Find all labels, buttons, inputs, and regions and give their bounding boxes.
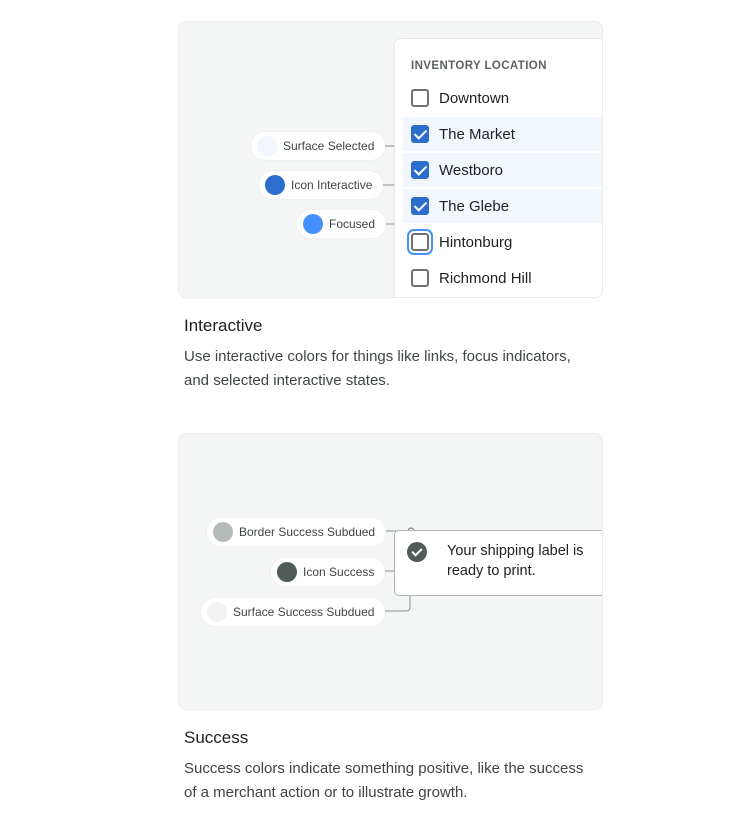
location-label: Hintonburg: [439, 233, 513, 251]
color-dot: [265, 175, 285, 195]
color-dot: [277, 562, 297, 582]
location-label: Downtown: [439, 89, 510, 107]
interactive-heading: Interactive: [184, 316, 263, 335]
location-option-the-market[interactable]: The Market: [403, 117, 602, 151]
success-toast: Your shipping label is ready to print.: [395, 531, 602, 595]
swatch-label: Icon Interactive: [291, 178, 373, 192]
swatch-surface-success-subdued: Surface Success Subdued: [201, 598, 386, 626]
swatch-label: Surface Success Subdued: [233, 605, 375, 619]
checkbox-checked[interactable]: [411, 125, 429, 143]
success-heading: Success: [184, 728, 249, 747]
color-dot: [303, 214, 323, 234]
checkbox-focused[interactable]: [411, 233, 429, 251]
swatch-label: Surface Selected: [283, 139, 375, 153]
swatch-surface-selected: Surface Selected: [251, 132, 386, 160]
checkbox[interactable]: [411, 89, 429, 107]
swatch-border-success-subdued: Border Success Subdued: [207, 518, 387, 546]
location-option-westboro[interactable]: Westboro: [403, 153, 602, 187]
panel-title: INVENTORY LOCATION: [411, 60, 547, 72]
swatch-label: Border Success Subdued: [239, 525, 376, 539]
location-option-hintonburg[interactable]: Hintonburg: [403, 225, 602, 259]
success-preview-card: Border Success Subdued Icon Success Surf…: [178, 433, 603, 710]
location-option-downtown[interactable]: Downtown: [403, 81, 602, 115]
swatch-icon-success: Icon Success: [271, 558, 386, 586]
location-option-richmond-hill[interactable]: Richmond Hill: [403, 261, 602, 295]
checkbox-checked[interactable]: [411, 197, 429, 215]
check-circle-icon: [407, 542, 427, 562]
location-label: Westboro: [439, 161, 503, 179]
color-dot: [207, 602, 227, 622]
location-label: Richmond Hill: [439, 269, 532, 287]
location-label: The Glebe: [439, 197, 510, 215]
swatch-icon-interactive: Icon Interactive: [259, 171, 384, 199]
checkbox[interactable]: [411, 269, 429, 287]
swatch-focused: Focused: [297, 210, 387, 238]
checkbox-checked[interactable]: [411, 161, 429, 179]
location-option-the-glebe[interactable]: The Glebe: [403, 189, 602, 223]
inventory-location-panel: INVENTORY LOCATION Downtown The Market W…: [395, 39, 602, 297]
interactive-description: Use interactive colors for things like l…: [184, 348, 571, 389]
success-description: Success colors indicate something positi…: [184, 760, 584, 801]
color-dot: [213, 522, 233, 542]
location-label: The Market: [439, 125, 515, 143]
color-dot: [257, 136, 277, 156]
swatch-label: Icon Success: [303, 565, 375, 579]
toast-message: Your shipping label is ready to print.: [447, 543, 584, 579]
interactive-preview-card: Surface Selected Icon Interactive Focuse…: [178, 21, 603, 298]
swatch-label: Focused: [329, 217, 376, 231]
